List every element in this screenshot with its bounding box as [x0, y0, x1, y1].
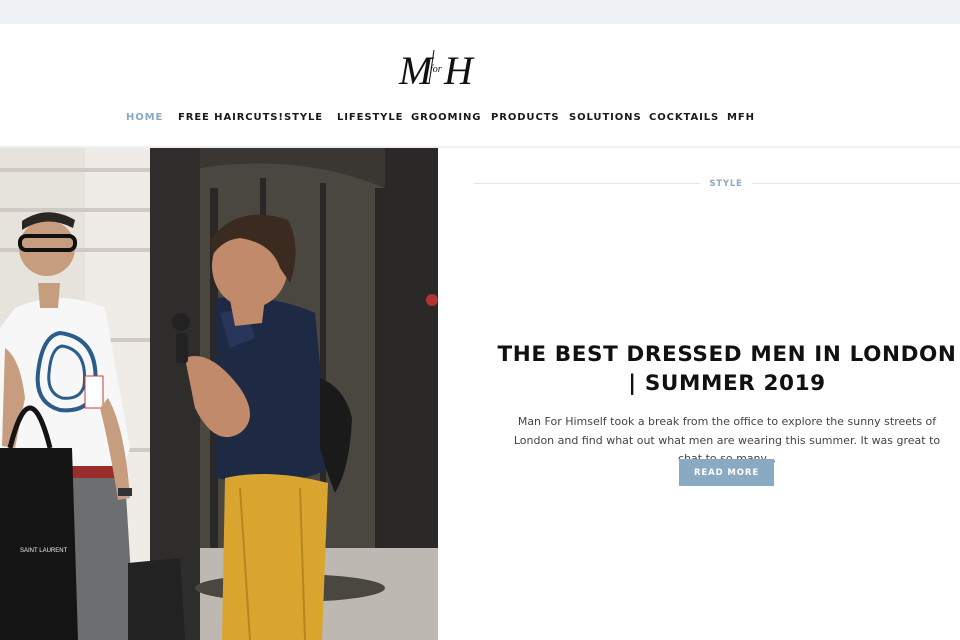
bag-brand-text: SAINT LAURENT: [20, 548, 68, 554]
main-nav: HOME FREE HAIRCUTS! STYLE LIFESTYLE GROO…: [0, 110, 960, 126]
category-divider-right: [752, 183, 960, 184]
nav-item-lifestyle[interactable]: LIFESTYLE: [337, 110, 403, 126]
site-header: M for H HOME FREE HAIRCUTS! STYLE LIFEST…: [0, 24, 960, 148]
featured-image[interactable]: SAINT LAURENT: [0, 148, 438, 640]
nav-item-mfh[interactable]: MFH: [727, 110, 755, 126]
read-more-button[interactable]: READ MORE: [679, 459, 774, 486]
featured-post-panel: STYLE THE BEST DRESSED MEN IN LONDON | S…: [440, 148, 960, 640]
category-divider-left: [474, 183, 700, 184]
svg-text:H: H: [443, 48, 475, 90]
nav-item-grooming[interactable]: GROOMING: [411, 110, 481, 126]
post-title[interactable]: THE BEST DRESSED MEN IN LONDON | SUMMER …: [492, 340, 960, 398]
nav-item-solutions[interactable]: SOLUTIONS: [569, 110, 642, 126]
nav-item-free-haircuts[interactable]: FREE HAIRCUTS!: [178, 110, 284, 126]
site-logo[interactable]: M for H: [397, 46, 483, 90]
nav-item-cocktails[interactable]: COCKTAILS: [649, 110, 719, 126]
nav-item-home[interactable]: HOME: [126, 110, 163, 126]
post-category[interactable]: STYLE: [706, 177, 746, 191]
top-bar: [0, 0, 960, 24]
nav-item-style[interactable]: STYLE: [284, 110, 323, 126]
nav-item-products[interactable]: PRODUCTS: [491, 110, 560, 126]
